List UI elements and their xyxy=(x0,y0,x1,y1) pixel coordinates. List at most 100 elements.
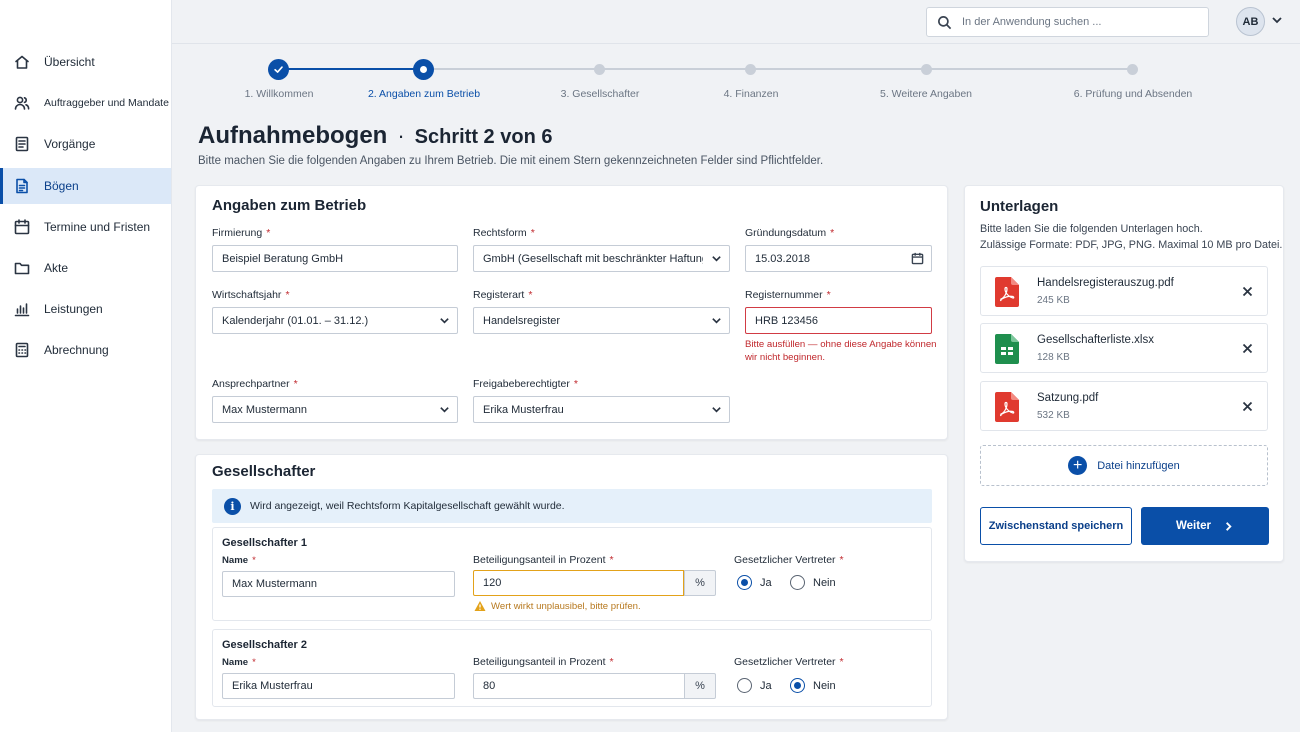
firmierung-field[interactable]: Beispiel Beratung GmbH xyxy=(212,245,458,272)
step-marker[interactable] xyxy=(594,64,605,75)
gruendungsdatum-field[interactable]: 15.03.2018 xyxy=(745,245,932,272)
pdf-file-icon xyxy=(995,277,1019,307)
sidebar-item-termine[interactable]: Termine und Fristen xyxy=(0,209,171,245)
sidebar-item-akte[interactable]: Akte xyxy=(0,250,171,286)
list-doc-icon xyxy=(14,136,30,152)
search-input[interactable] xyxy=(962,16,1182,28)
name-label: Name * xyxy=(222,555,256,566)
info-banner: i Wird angezeigt, weil Rechtsform Kapita… xyxy=(212,489,932,523)
file-size: 245 KB xyxy=(1037,295,1070,306)
documents-formats: Zulässige Formate: PDF, JPG, PNG. Maxima… xyxy=(980,239,1283,251)
percent-unit: % xyxy=(684,570,716,596)
remove-file-icon[interactable] xyxy=(1242,286,1253,297)
folder-icon xyxy=(14,260,30,276)
uploaded-file: Satzung.pdf 532 KB xyxy=(980,381,1268,431)
step-title: Schritt 2 von 6 xyxy=(414,126,553,148)
wirtschaftsjahr-select[interactable]: Kalenderjahr (01.01. – 31.12.) xyxy=(212,307,458,334)
sidebar-item-uebersicht[interactable]: Übersicht xyxy=(0,44,171,80)
representative-label: Gesetzlicher Vertreter * xyxy=(734,554,844,566)
freigabe-select[interactable]: Erika Musterfrau xyxy=(473,396,730,423)
step-connector xyxy=(278,68,424,70)
radio-rep-yes[interactable]: Ja xyxy=(737,575,772,590)
check-icon xyxy=(274,66,283,73)
shareholder-name-field[interactable]: Max Mustermann xyxy=(222,571,455,597)
step-marker[interactable] xyxy=(1127,64,1138,75)
rechtsform-label: Rechtsform * xyxy=(473,227,535,239)
sidebar-item-label: Übersicht xyxy=(44,55,95,69)
bar-chart-icon xyxy=(14,301,30,317)
registerart-select[interactable]: Handelsregister xyxy=(473,307,730,334)
sidebar-item-label: Vorgänge xyxy=(44,137,96,152)
search-icon xyxy=(938,15,952,29)
radio-rep-no[interactable]: Nein xyxy=(790,575,836,590)
firmierung-label: Firmierung * xyxy=(212,227,271,239)
progress-stepper: 1. Willkommen 2. Angaben zum Betrieb 3. … xyxy=(172,44,1300,114)
registernummer-field[interactable]: HRB 123456 xyxy=(745,307,932,334)
shareholder-name-field[interactable]: Erika Musterfrau xyxy=(222,673,455,699)
step-label-weitere: 5. Weitere Angaben xyxy=(879,88,973,100)
info-text: Wird angezeigt, weil Rechtsform Kapitalg… xyxy=(250,500,565,512)
add-file-button[interactable]: + Datei hinzufügen xyxy=(980,445,1268,486)
info-icon: i xyxy=(224,497,241,515)
calendar-icon[interactable] xyxy=(903,252,931,265)
sidebar: Übersicht Auftraggeber und Mandate Vorgä… xyxy=(0,0,172,732)
chevron-down-icon[interactable] xyxy=(1271,14,1283,26)
chevron-down-icon xyxy=(703,315,729,326)
sidebar-item-label: Termine und Fristen xyxy=(44,219,151,234)
remove-file-icon[interactable] xyxy=(1242,343,1253,354)
radio-indicator xyxy=(737,575,752,590)
file-name: Gesellschafterliste.xlsx xyxy=(1037,334,1154,346)
percent-unit: % xyxy=(684,673,716,699)
step-done-marker[interactable] xyxy=(268,59,289,80)
step-label-finanzen: 4. Finanzen xyxy=(723,88,779,100)
share-input[interactable]: 80 xyxy=(473,673,684,699)
chevron-down-icon xyxy=(703,404,729,415)
radio-rep-no[interactable]: Nein xyxy=(790,678,836,693)
sidebar-item-vorgaenge[interactable]: Vorgänge xyxy=(0,126,171,162)
page-title: Aufnahmebogen · Schritt 2 von 6 xyxy=(198,122,552,150)
save-draft-button[interactable]: Zwischenstand speichern xyxy=(980,507,1132,545)
uploaded-file: Gesellschafterliste.xlsx 128 KB xyxy=(980,323,1268,373)
sidebar-item-abrechnung[interactable]: Abrechnung xyxy=(0,332,171,368)
share-input[interactable]: 120 xyxy=(473,570,684,596)
section-title-gesellschafter: Gesellschafter xyxy=(212,463,316,480)
step-marker[interactable] xyxy=(921,64,932,75)
chevron-right-icon xyxy=(1225,521,1232,531)
wirtschaftsjahr-label: Wirtschaftsjahr * xyxy=(212,289,290,301)
avatar[interactable]: AB xyxy=(1236,7,1265,36)
step-active-marker[interactable] xyxy=(413,59,434,80)
ansprechpartner-select[interactable]: Max Mustermann xyxy=(212,396,458,423)
form-doc-icon xyxy=(14,178,30,194)
title-separator: · xyxy=(397,123,405,148)
sidebar-item-leistungen[interactable]: Leistungen xyxy=(0,291,171,327)
sidebar-item-auftraggeber[interactable]: Auftraggeber und Mandate xyxy=(0,85,171,121)
freigabe-label: Freigabeberechtigter * xyxy=(473,378,578,390)
next-button[interactable]: Weiter xyxy=(1141,507,1269,545)
search-box[interactable] xyxy=(926,7,1209,37)
section-title-betrieb: Angaben zum Betrieb xyxy=(212,197,367,214)
remove-file-icon[interactable] xyxy=(1242,401,1253,412)
sidebar-item-label: Abrechnung xyxy=(44,343,109,358)
sidebar-item-label: Auftraggeber und Mandate xyxy=(44,97,169,110)
share-field[interactable]: 80 % xyxy=(473,673,716,699)
share-label: Beteiligungsanteil in Prozent * xyxy=(473,656,614,668)
chevron-down-icon xyxy=(431,404,457,415)
step-label-pruefung: 6. Prüfung und Absenden xyxy=(1073,88,1193,100)
ansprechpartner-label: Ansprechpartner * xyxy=(212,378,298,390)
radio-rep-yes[interactable]: Ja xyxy=(737,678,772,693)
calendar-icon xyxy=(14,218,30,235)
file-size: 128 KB xyxy=(1037,352,1070,363)
radio-indicator xyxy=(790,575,805,590)
chevron-down-icon xyxy=(703,253,729,264)
calculator-icon xyxy=(14,342,30,358)
radio-indicator xyxy=(737,678,752,693)
share-label: Beteiligungsanteil in Prozent * xyxy=(473,554,614,566)
registernummer-error: Bitte ausfüllen — ohne diese Angabe könn… xyxy=(745,339,937,363)
step-label-gesellschafter: 3. Gesellschafter xyxy=(560,88,640,100)
next-button-label: Weiter xyxy=(1176,520,1211,532)
share-field[interactable]: 120 % xyxy=(473,570,716,596)
rechtsform-select[interactable]: GmbH (Gesellschaft mit beschränkter Haft… xyxy=(473,245,730,272)
step-marker[interactable] xyxy=(745,64,756,75)
file-name: Handelsregisterauszug.pdf xyxy=(1037,277,1174,289)
sidebar-item-boegen[interactable]: Bögen xyxy=(0,167,171,204)
